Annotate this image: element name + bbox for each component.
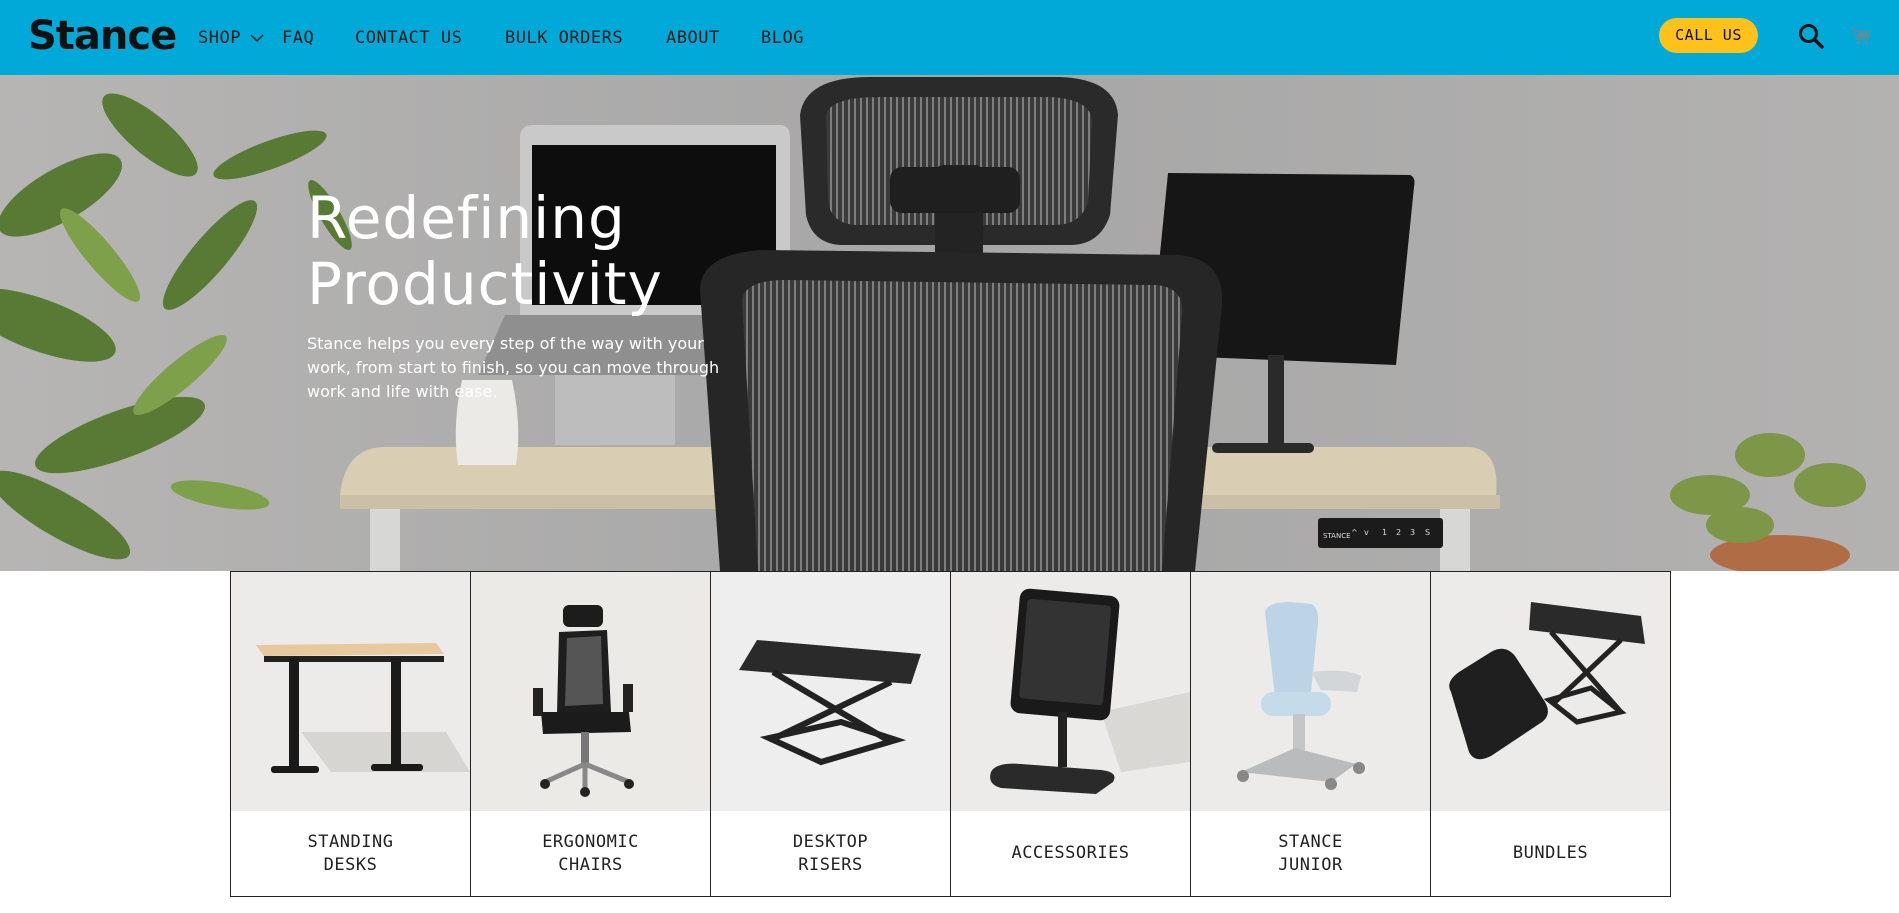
category-label[interactable]: STANCE JUNIOR — [1191, 811, 1430, 896]
svg-text:^: ^ — [1351, 528, 1358, 537]
chevron-down-icon[interactable] — [250, 31, 264, 45]
nav-contact-us[interactable]: CONTACT US — [355, 27, 462, 49]
category-card-ergonomic-chairs[interactable]: ERGONOMIC CHAIRS — [470, 571, 711, 897]
category-label[interactable]: DESKTOP RISERS — [711, 811, 950, 896]
hero-title-line-1: Redefining — [307, 184, 626, 252]
ergonomic-chair-image[interactable] — [471, 572, 710, 811]
category-label[interactable]: BUNDLES — [1431, 811, 1670, 896]
search-icon[interactable] — [1797, 22, 1825, 50]
hero-title: Redefining Productivity — [307, 185, 663, 317]
category-card-stance-junior[interactable]: STANCE JUNIOR — [1190, 571, 1431, 897]
logo[interactable]: Stance — [28, 10, 177, 62]
controller-brand-text: STANCE — [1323, 532, 1351, 540]
call-us-button[interactable]: CALL US — [1659, 18, 1758, 53]
site-header: Stance SHOP FAQ CONTACT US BULK ORDERS A… — [0, 0, 1899, 75]
category-card-bundles[interactable]: BUNDLES — [1430, 571, 1671, 897]
category-card-accessories[interactable]: ACCESSORIES — [950, 571, 1191, 897]
hero-banner: STANCE ^ v 1 2 3 S Redefining Productivi… — [0, 75, 1899, 571]
category-label[interactable]: ACCESSORIES — [951, 811, 1190, 896]
nav-about[interactable]: ABOUT — [666, 27, 720, 49]
hero-title-line-2: Productivity — [307, 250, 663, 318]
bundle-image[interactable] — [1431, 572, 1670, 811]
desktop-riser-image[interactable] — [711, 572, 950, 811]
nav-blog[interactable]: BLOG — [761, 27, 804, 49]
svg-text:2: 2 — [1396, 528, 1401, 537]
tablet-stand-image[interactable] — [951, 572, 1190, 811]
category-card-desktop-risers[interactable]: DESKTOP RISERS — [710, 571, 951, 897]
kids-chair-image[interactable] — [1191, 572, 1430, 811]
category-label[interactable]: ERGONOMIC CHAIRS — [471, 811, 710, 896]
category-label[interactable]: STANDING DESKS — [231, 811, 470, 896]
category-grid: STANDING DESKS ERGONOMIC CHAIRS DESKTOP … — [230, 571, 1671, 897]
standing-desk-image[interactable] — [231, 572, 470, 811]
svg-text:S: S — [1425, 528, 1430, 537]
hero-description: Stance helps you every step of the way w… — [307, 334, 720, 401]
nav-shop[interactable]: SHOP — [198, 27, 241, 49]
cart-icon[interactable] — [1850, 25, 1872, 47]
svg-text:v: v — [1364, 528, 1369, 537]
hero-image: STANCE ^ v 1 2 3 S — [0, 75, 1899, 571]
nav-faq[interactable]: FAQ — [282, 27, 314, 49]
svg-text:1: 1 — [1382, 528, 1387, 537]
nav-bulk-orders[interactable]: BULK ORDERS — [505, 27, 623, 49]
svg-text:3: 3 — [1410, 528, 1415, 537]
category-card-standing-desks[interactable]: STANDING DESKS — [230, 571, 471, 897]
